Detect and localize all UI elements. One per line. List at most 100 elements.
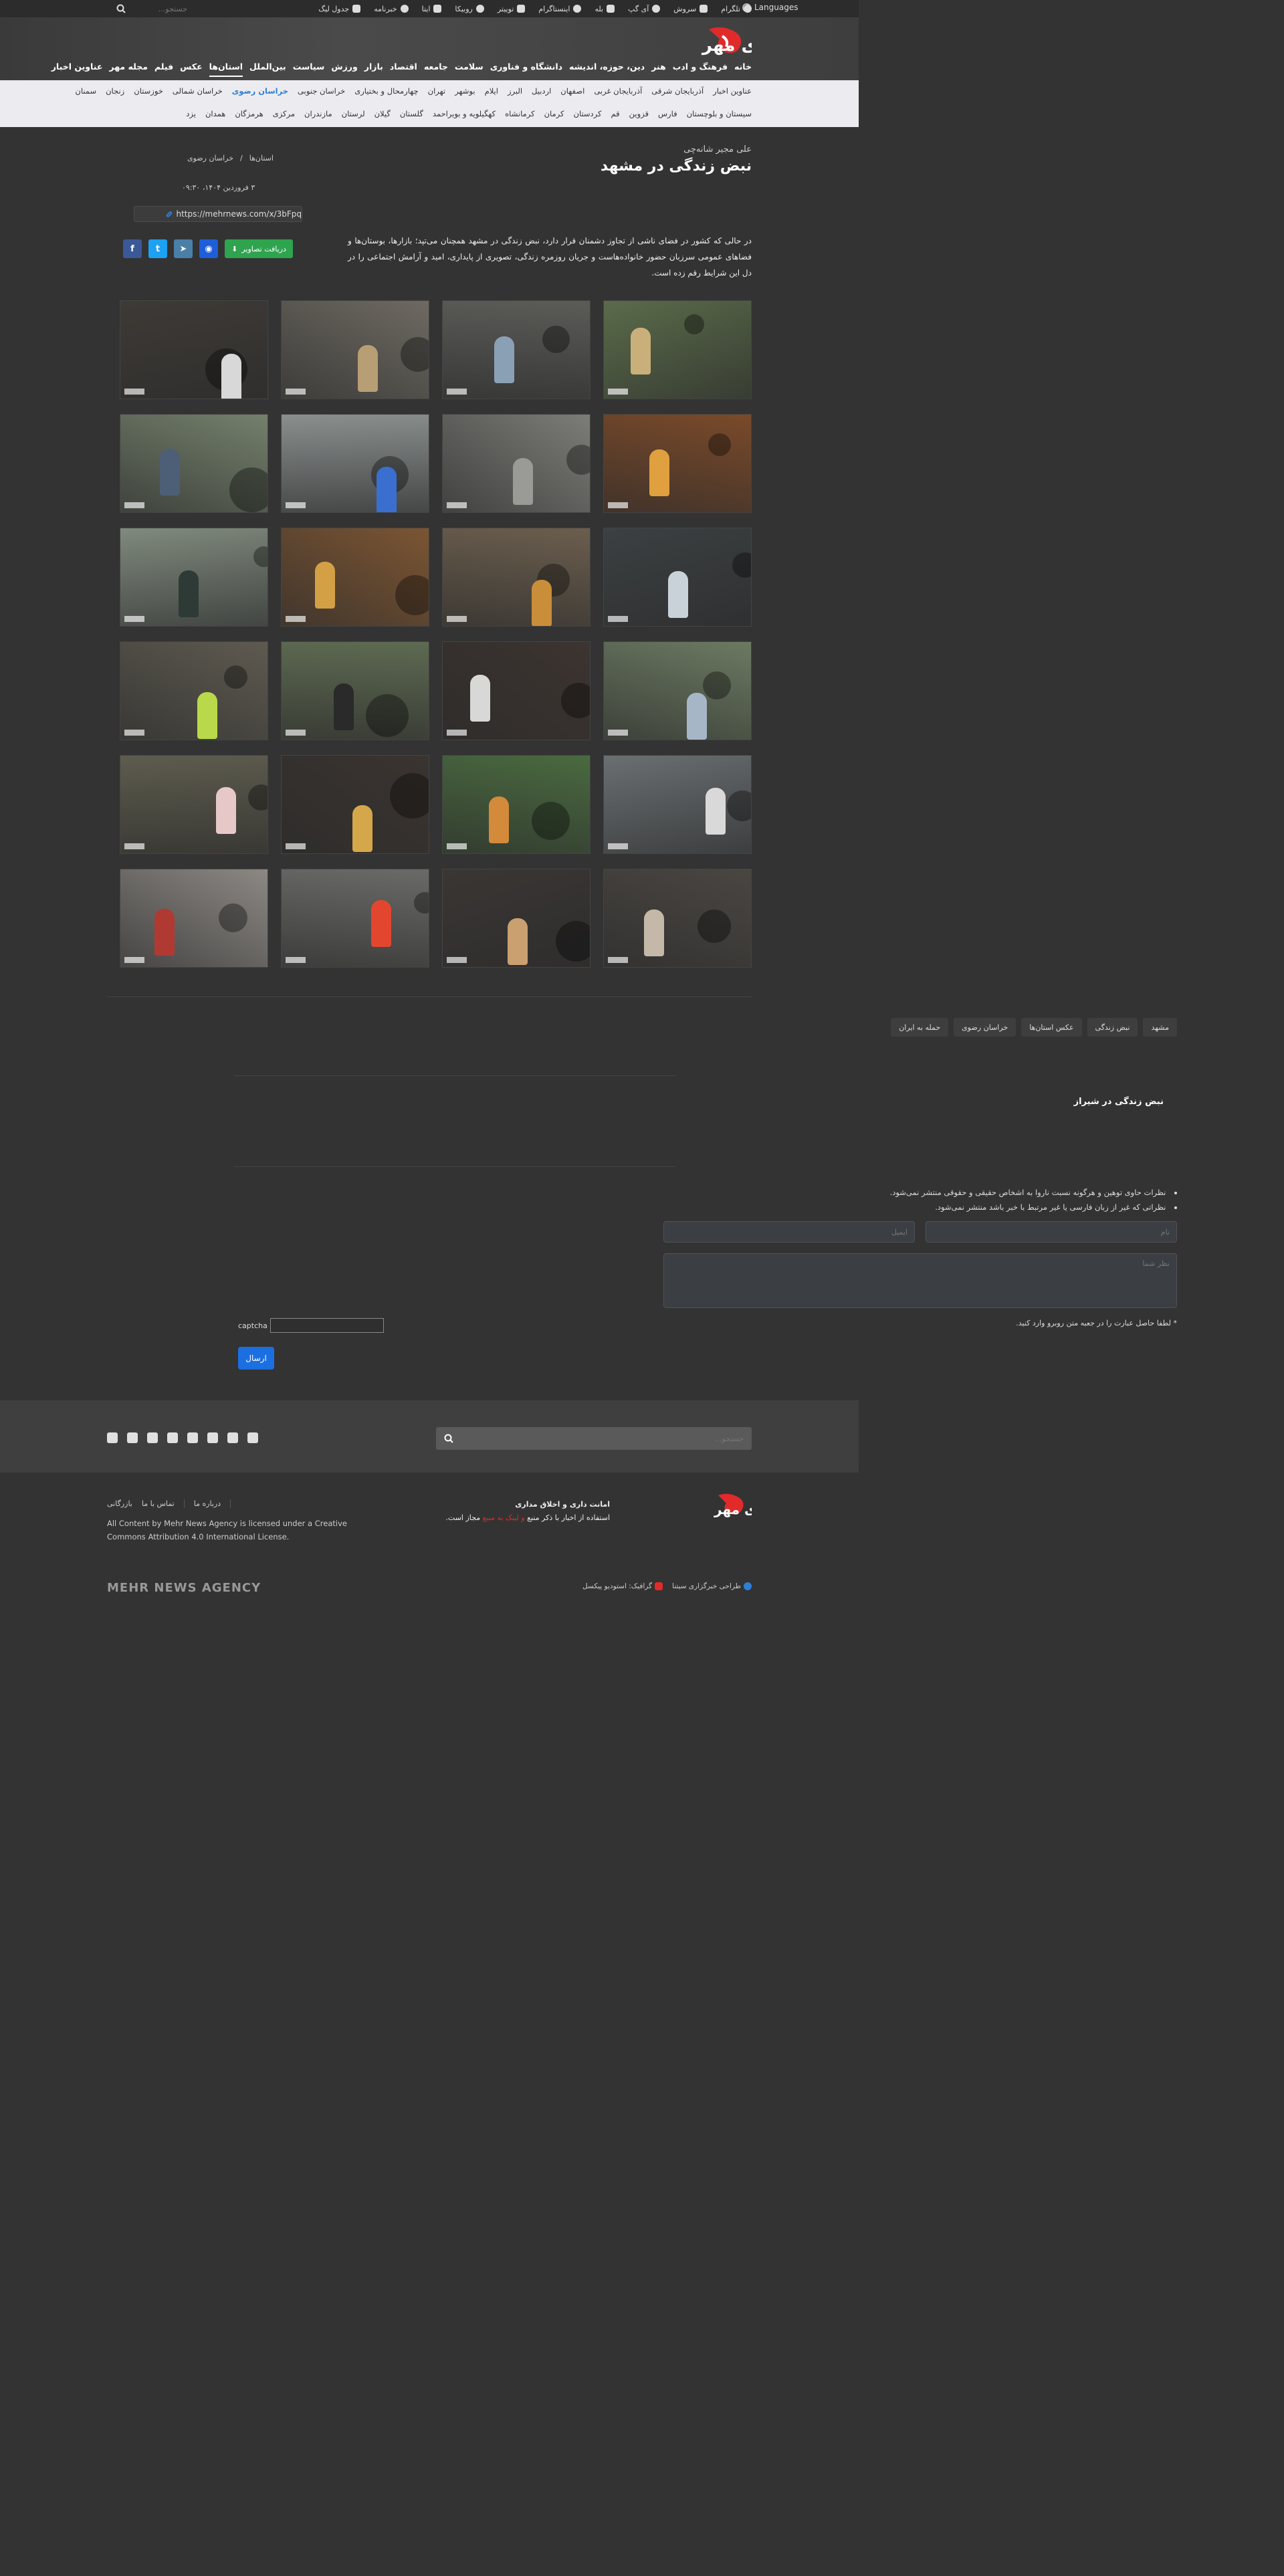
photo-motorcyclist[interactable]	[603, 755, 752, 854]
top-link-instagram[interactable]: اینستاگرام	[538, 5, 582, 13]
photo-shrine-motorcycle[interactable]	[603, 300, 752, 399]
province-link[interactable]: سمنان	[75, 86, 96, 96]
nav-item[interactable]: فرهنگ و ادب	[673, 62, 728, 77]
top-link-league-table[interactable]: جدول لیگ	[318, 5, 361, 13]
top-link-rubika[interactable]: روبیکا	[455, 5, 484, 13]
top-search-input[interactable]	[131, 4, 187, 13]
photo-park-trees[interactable]	[603, 641, 752, 740]
province-link[interactable]: بوشهر	[455, 86, 475, 96]
province-link[interactable]: تهران	[428, 86, 446, 96]
province-link[interactable]: مرکزی	[273, 109, 295, 118]
province-link[interactable]: خوزستان	[134, 86, 163, 96]
mehr-logo[interactable]: خبرگزاری مهر	[609, 23, 752, 63]
photo-street-pedestrians[interactable]	[442, 300, 591, 399]
download-images-button[interactable]: دریافت تصاویر ⬇	[225, 239, 293, 258]
province-link[interactable]: کرمان	[544, 109, 564, 118]
twitter-share-button[interactable]: t	[148, 239, 167, 258]
tag-link[interactable]: خراسان رضوی	[954, 1018, 1016, 1037]
province-link[interactable]: مازندران	[304, 109, 332, 118]
footer-link[interactable]: بازرگانی	[107, 1499, 132, 1508]
province-link[interactable]: خراسان رضوی	[232, 86, 288, 96]
nav-item[interactable]: مجله مهر	[109, 62, 148, 77]
tag-link[interactable]: نبض زندگی	[1087, 1018, 1138, 1037]
province-link[interactable]: لرستان	[342, 109, 365, 118]
photo-fruit-stall[interactable]	[281, 528, 429, 627]
province-link[interactable]: هرمزگان	[235, 109, 263, 118]
photo-cafe-diners[interactable]	[442, 869, 591, 968]
photo-market-street[interactable]	[281, 300, 429, 399]
nav-item[interactable]: دین، حوزه، اندیشه	[569, 62, 645, 77]
photo-fruit-shop[interactable]	[603, 414, 752, 513]
news-list-icon[interactable]	[127, 1432, 138, 1443]
twitter-icon[interactable]	[187, 1432, 198, 1443]
photo-atm[interactable]	[120, 869, 268, 968]
nav-item[interactable]: سیاست	[293, 62, 325, 77]
photo-shop-interior[interactable]	[603, 869, 752, 968]
photo-park-walkers[interactable]	[281, 641, 429, 740]
province-link[interactable]: زنجان	[106, 86, 124, 96]
photo-grocery[interactable]	[442, 755, 591, 854]
province-link[interactable]: اردبیل	[532, 86, 551, 96]
photo-shoe-shop[interactable]	[442, 528, 591, 627]
nav-item[interactable]: خانه	[734, 62, 752, 77]
photo-bus-station[interactable]	[603, 528, 752, 627]
telegram-icon[interactable]	[247, 1432, 258, 1443]
top-link-bale[interactable]: بله	[595, 5, 615, 13]
province-link[interactable]: همدان	[205, 109, 225, 118]
photo-sidewalk[interactable]	[281, 414, 429, 513]
province-link[interactable]: خراسان شمالی	[173, 86, 223, 96]
province-link[interactable]: قزوین	[629, 109, 649, 118]
photo-park-acrobat[interactable]	[120, 528, 268, 627]
photo-park-chess[interactable]	[120, 414, 268, 513]
credit-item[interactable]: طراحی خبرگزاری سیتنا	[672, 1582, 752, 1590]
photo-car-service[interactable]	[120, 300, 268, 399]
province-link[interactable]: عناوین اخبار	[713, 86, 752, 96]
nav-item[interactable]: اقتصاد	[390, 62, 417, 77]
province-link[interactable]: اصفهان	[560, 86, 584, 96]
top-link-telegram[interactable]: تلگرام	[721, 5, 752, 13]
nav-item[interactable]: فیلم	[154, 62, 173, 77]
province-link[interactable]: آذربایجان شرقی	[651, 86, 704, 96]
top-link-twitter[interactable]: توییتر	[498, 5, 526, 13]
nav-item[interactable]: جامعه	[424, 62, 448, 77]
breadcrumb-item[interactable]: خراسان رضوی	[187, 154, 233, 163]
province-link[interactable]: البرز	[508, 86, 522, 96]
province-link[interactable]: ایلام	[485, 86, 498, 96]
email-field[interactable]	[663, 1221, 915, 1243]
nav-item[interactable]: استان‌ها	[209, 62, 243, 77]
whatsapp-share-button[interactable]: ◉	[199, 239, 218, 258]
province-link[interactable]: کهگیلویه و بویراحمد	[433, 109, 496, 118]
nav-item[interactable]: عکس	[180, 62, 202, 77]
search-icon[interactable]	[444, 1434, 453, 1443]
nav-item[interactable]: بین‌الملل	[249, 62, 286, 77]
photo-vendors-feet[interactable]	[120, 641, 268, 740]
footer-logo[interactable]: خبرگزاری مهر	[645, 1490, 752, 1523]
short-link[interactable]: https://mehrnews.com/x/3bFpq	[134, 206, 302, 222]
province-link[interactable]: آذربایجان غربی	[594, 86, 642, 96]
tag-link[interactable]: عکس استان‌ها	[1021, 1018, 1082, 1037]
footer-search-input[interactable]	[490, 1434, 744, 1443]
photo-portrait-window[interactable]	[442, 641, 591, 740]
photo-stairs[interactable]	[442, 414, 591, 513]
telegram-share-button[interactable]: ➤	[174, 239, 193, 258]
nav-item[interactable]: هنر	[651, 62, 666, 77]
related-news-title[interactable]: نبض زندگی در شیراز	[1074, 1097, 1164, 1107]
nav-item[interactable]: بازار	[364, 62, 383, 77]
province-link[interactable]: کردستان	[574, 109, 602, 118]
province-link[interactable]: سیستان و بلوچستان	[687, 109, 752, 118]
top-link-newsletter[interactable]: خبرنامه	[374, 5, 409, 13]
province-link[interactable]: چهارمحال و بختیاری	[354, 86, 418, 96]
province-link[interactable]: فارس	[658, 109, 677, 118]
tag-link[interactable]: مشهد	[1143, 1018, 1177, 1037]
top-link-eitaa[interactable]: ایتا	[422, 5, 442, 13]
comment-textarea[interactable]	[663, 1253, 1177, 1308]
province-link[interactable]: یزد	[186, 109, 196, 118]
rss-icon[interactable]	[147, 1432, 158, 1443]
footer-link[interactable]: تماس با ما	[142, 1499, 185, 1508]
top-link-igap[interactable]: آی گپ	[628, 5, 661, 13]
nav-item[interactable]: سلامت	[455, 62, 484, 77]
eitaa-icon[interactable]	[107, 1432, 118, 1443]
nav-item[interactable]: دانشگاه و فناوری	[490, 62, 562, 77]
footer-link[interactable]: درباره ما	[194, 1499, 231, 1508]
photo-shop-sign[interactable]	[281, 869, 429, 968]
